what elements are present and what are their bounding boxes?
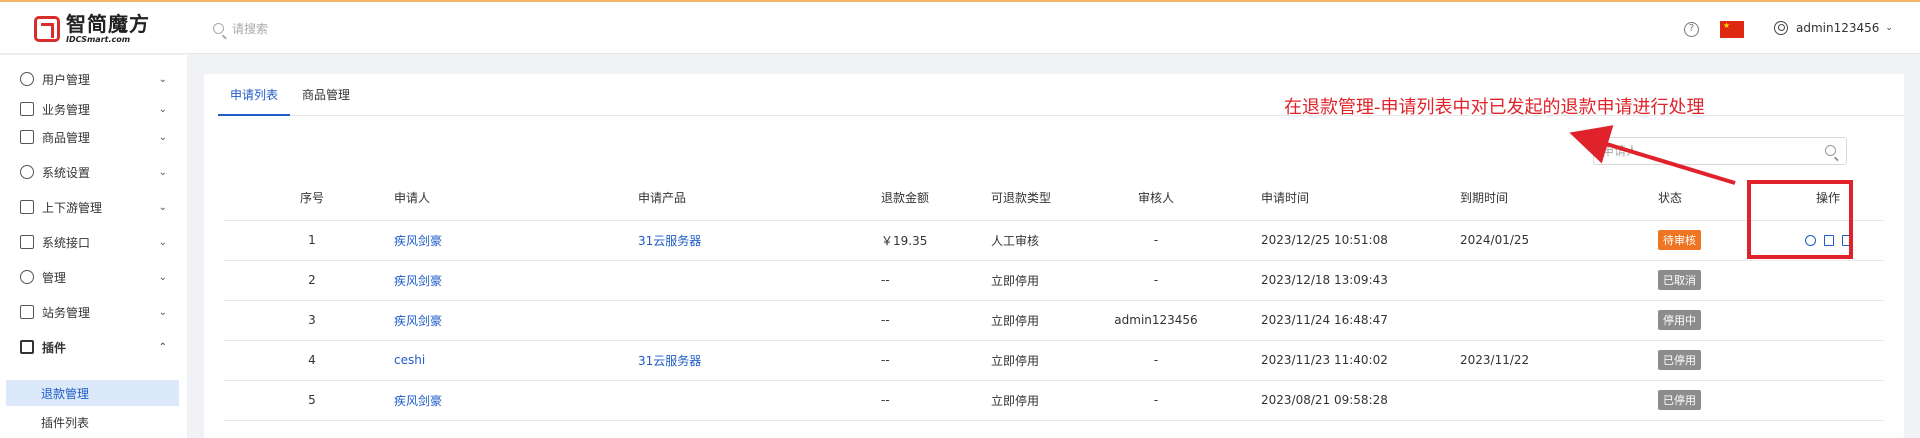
- annotation-arrow: [1569, 125, 1736, 185]
